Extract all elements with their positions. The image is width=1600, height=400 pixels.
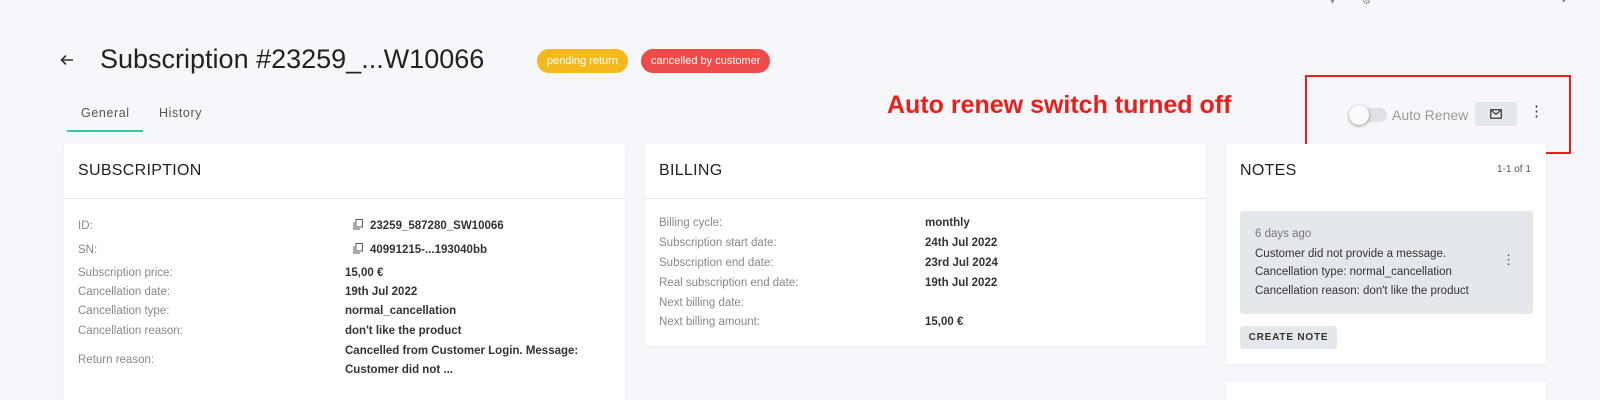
price-value: 15,00 € — [345, 267, 384, 279]
cancellation-reason-label: Cancellation reason: — [78, 325, 183, 337]
real-end-date-label: Real subscription end date: — [659, 277, 799, 289]
note-text-line: Cancellation reason: don't like the prod… — [1255, 285, 1469, 297]
subscription-card: SUBSCRIPTION ID: 23259_587280_SW10066 SN… — [64, 144, 625, 400]
card-divider — [645, 198, 1206, 199]
card-divider — [64, 198, 625, 199]
card-title: NOTES — [1240, 162, 1297, 179]
cancellation-date-value: 19th Jul 2022 — [345, 286, 418, 298]
note-more-options-icon[interactable]: ⋮ — [1502, 252, 1515, 268]
note-text-line: Cancellation type: normal_cancellation — [1255, 266, 1452, 278]
next-billing-date-label: Next billing date: — [659, 297, 745, 309]
billing-card: BILLING Billing cycle: monthly Subscript… — [645, 144, 1206, 346]
sn-value: 40991215-...193040bb — [370, 244, 488, 256]
settings-icon[interactable]: ⚙ — [1362, 0, 1371, 7]
note-text-line: Customer did not provide a message. — [1255, 248, 1447, 260]
create-note-button[interactable]: CREATE NOTE — [1240, 326, 1337, 349]
start-date-label: Subscription start date: — [659, 237, 777, 249]
real-end-date-value: 19th Jul 2022 — [925, 277, 998, 289]
cancellation-date-label: Cancellation date: — [78, 286, 171, 298]
return-reason-value-continued: Customer did not ... — [345, 364, 453, 376]
card-title: BILLING — [659, 162, 723, 179]
start-date-value: 24th Jul 2022 — [925, 237, 998, 249]
note-item: 6 days ago Customer did not provide a me… — [1240, 211, 1533, 314]
toolbar-icon[interactable]: • — [1562, 0, 1566, 7]
cancellation-type-label: Cancellation type: — [78, 305, 170, 317]
status-badge-cancelled: cancelled by customer — [641, 49, 771, 73]
cancellation-type-value: normal_cancellation — [345, 305, 457, 317]
end-date-label: Subscription end date: — [659, 257, 774, 269]
copy-icon[interactable] — [353, 219, 363, 230]
active-tab-indicator — [67, 130, 143, 132]
return-reason-value: Cancelled from Customer Login. Message: — [345, 345, 579, 357]
cancellation-reason-value: don't like the product — [345, 325, 462, 337]
page-title: Subscription #23259_...W10066 — [100, 44, 485, 74]
more-options-icon[interactable]: ⋮ — [1529, 104, 1544, 119]
auto-renew-label: Auto Renew — [1392, 107, 1469, 123]
status-badge-pending-return: pending return — [537, 49, 628, 73]
toggle-knob — [1349, 105, 1369, 125]
note-timestamp: 6 days ago — [1255, 228, 1312, 240]
billing-cycle-label: Billing cycle: — [659, 217, 723, 229]
annotation-text: Auto renew switch turned off — [887, 91, 1232, 119]
mail-icon — [1490, 109, 1502, 119]
toolbar-icon[interactable]: ▾ — [1330, 0, 1335, 7]
next-billing-amount-label: Next billing amount: — [659, 316, 760, 328]
billing-cycle-value: monthly — [925, 217, 970, 229]
notes-pagination-count: 1-1 of 1 — [1497, 164, 1531, 175]
copy-icon[interactable] — [353, 243, 363, 254]
id-label: ID: — [78, 220, 93, 232]
id-value: 23259_587280_SW10066 — [370, 220, 504, 232]
send-mail-button[interactable] — [1475, 102, 1517, 126]
price-label: Subscription price: — [78, 267, 173, 279]
card-title: SUBSCRIPTION — [78, 162, 202, 179]
end-date-value: 23rd Jul 2024 — [925, 257, 998, 269]
return-reason-label: Return reason: — [78, 354, 155, 366]
tab-general[interactable]: General — [81, 106, 130, 120]
sn-label: SN: — [78, 244, 98, 256]
tab-history[interactable]: History — [159, 106, 202, 120]
secondary-card — [1226, 382, 1546, 400]
back-arrow-icon[interactable] — [60, 50, 74, 71]
auto-renew-toggle[interactable] — [1349, 105, 1387, 125]
next-billing-amount-value: 15,00 € — [925, 316, 964, 328]
